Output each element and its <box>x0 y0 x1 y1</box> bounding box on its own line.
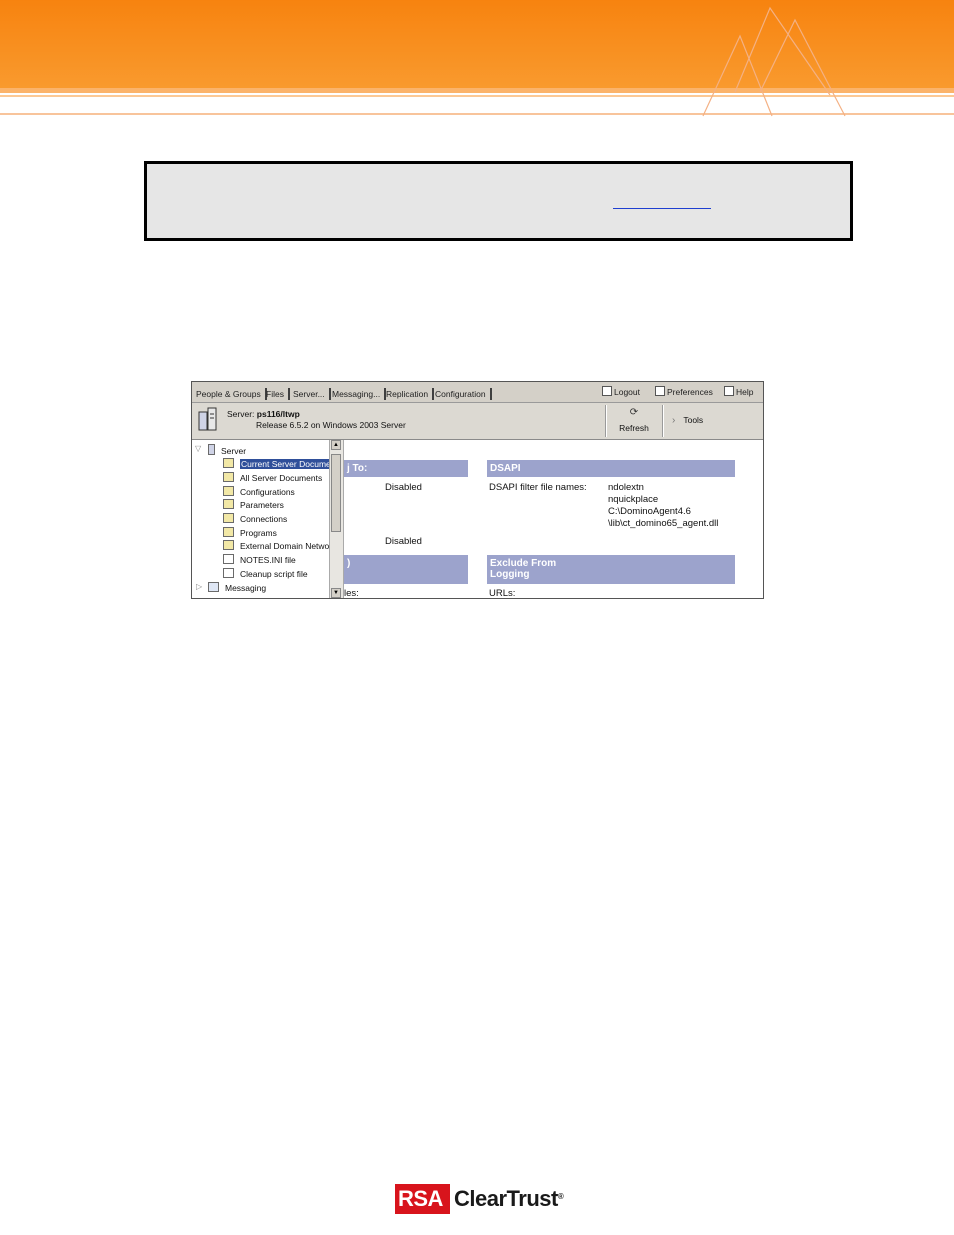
server-name: ps116/ltwp <box>256 409 300 419</box>
chevron-right-icon: › <box>672 415 676 426</box>
note-link[interactable] <box>613 208 711 209</box>
tab-people-groups[interactable]: People & Groups <box>196 388 267 400</box>
expand-right-icon[interactable]: ▷ <box>196 582 202 591</box>
content-pane: j To: Disabled Disabled DSAPI DSAPI filt… <box>344 440 763 598</box>
tab-configuration[interactable]: Configuration <box>435 388 492 400</box>
tree-item-configurations[interactable]: Configurations <box>223 486 295 499</box>
document-icon <box>223 458 234 468</box>
server-small-icon <box>208 444 215 455</box>
dsapi-filter-value-1: ndolextn <box>608 482 644 493</box>
tab-server[interactable]: Server... <box>293 388 331 400</box>
file-icon <box>223 568 234 578</box>
scroll-down-icon[interactable]: ▼ <box>331 588 341 598</box>
view-icon <box>223 527 234 537</box>
dsapi-filter-label: DSAPI filter file names: <box>489 482 587 493</box>
logging-value-2: Disabled <box>385 536 422 547</box>
view-icon <box>223 472 234 482</box>
domino-admin-screenshot: People & Groups Files Server... Messagin… <box>191 381 764 599</box>
tree-item-all-server-documents[interactable]: All Server Documents <box>223 472 322 485</box>
dsapi-filter-value-2: nquickplace <box>608 494 659 505</box>
view-icon <box>223 513 234 523</box>
toolbar-separator <box>662 405 664 437</box>
tree-item-parameters[interactable]: Parameters <box>223 499 284 512</box>
release-label: Release 6.5.2 on Windows 2003 Server <box>256 420 406 430</box>
header-banner <box>0 0 954 118</box>
help-button[interactable]: Help <box>724 386 753 398</box>
urls-label: URLs: <box>489 588 516 599</box>
tab-replication[interactable]: Replication <box>386 388 435 400</box>
section-header-dsapi: DSAPI <box>487 460 735 477</box>
file-icon <box>223 554 234 564</box>
tab-files[interactable]: Files <box>266 388 290 400</box>
tab-bar: People & Groups Files Server... Messagin… <box>192 382 763 403</box>
tree-item-notes-ini-file[interactable]: NOTES.INI file <box>223 554 296 567</box>
left-lower-label: les: <box>344 588 359 599</box>
logging-value-1: Disabled <box>385 482 422 493</box>
tree-item-programs[interactable]: Programs <box>223 527 277 540</box>
dsapi-filter-value-4: \lib\ct_domino65_agent.dll <box>608 518 719 529</box>
cleartrust-wordmark: ClearTrust® <box>454 1186 564 1211</box>
scroll-thumb[interactable] <box>331 454 341 532</box>
note-box <box>144 161 853 241</box>
section-header-left-lower: ) <box>344 555 468 584</box>
logout-button[interactable]: Logout <box>602 386 640 398</box>
section-header-exclude-from-logging: Exclude From Logging <box>487 555 735 584</box>
refresh-button[interactable]: ⟳ Refresh <box>612 407 656 437</box>
tree-item-server[interactable]: Server <box>208 444 246 457</box>
scroll-up-icon[interactable]: ▲ <box>331 440 341 450</box>
refresh-icon: ⟳ <box>629 407 639 418</box>
logout-icon <box>602 386 612 396</box>
rsa-logo-box: RSA <box>395 1184 450 1214</box>
dsapi-filter-value-3: C:\DominoAgent4.6 <box>608 506 691 517</box>
server-info-bar: Server: ps116/ltwp Release 6.5.2 on Wind… <box>192 403 763 440</box>
help-icon <box>724 386 734 396</box>
banner-graphic <box>0 0 954 117</box>
expand-down-icon[interactable]: ▽ <box>195 444 201 453</box>
section-header-logging-to: j To: <box>344 460 468 477</box>
tree-scrollbar[interactable]: ▲ ▼ <box>329 440 344 598</box>
tree-item-messaging[interactable]: Messaging <box>208 582 266 595</box>
tree-item-cleanup-script-file[interactable]: Cleanup script file <box>223 568 308 581</box>
toolbar-separator <box>605 405 607 437</box>
tree-item-external-domain-network[interactable]: External Domain Network <box>223 540 336 553</box>
view-icon <box>223 499 234 509</box>
preferences-button[interactable]: Preferences <box>655 386 713 398</box>
tab-messaging[interactable]: Messaging... <box>332 388 387 400</box>
tree-item-current-server-document[interactable]: Current Server Documen <box>223 458 337 471</box>
server-icon <box>198 407 217 431</box>
messaging-icon <box>208 582 219 592</box>
preferences-icon <box>655 386 665 396</box>
tree-item-connections[interactable]: Connections <box>223 513 287 526</box>
view-icon <box>223 540 234 550</box>
view-icon <box>223 486 234 496</box>
tools-button[interactable]: › Tools <box>672 415 703 429</box>
server-label: Server: ps116/ltwp <box>227 409 300 419</box>
navigation-tree: ▽ Server Current Server Documen All Serv… <box>192 440 337 598</box>
